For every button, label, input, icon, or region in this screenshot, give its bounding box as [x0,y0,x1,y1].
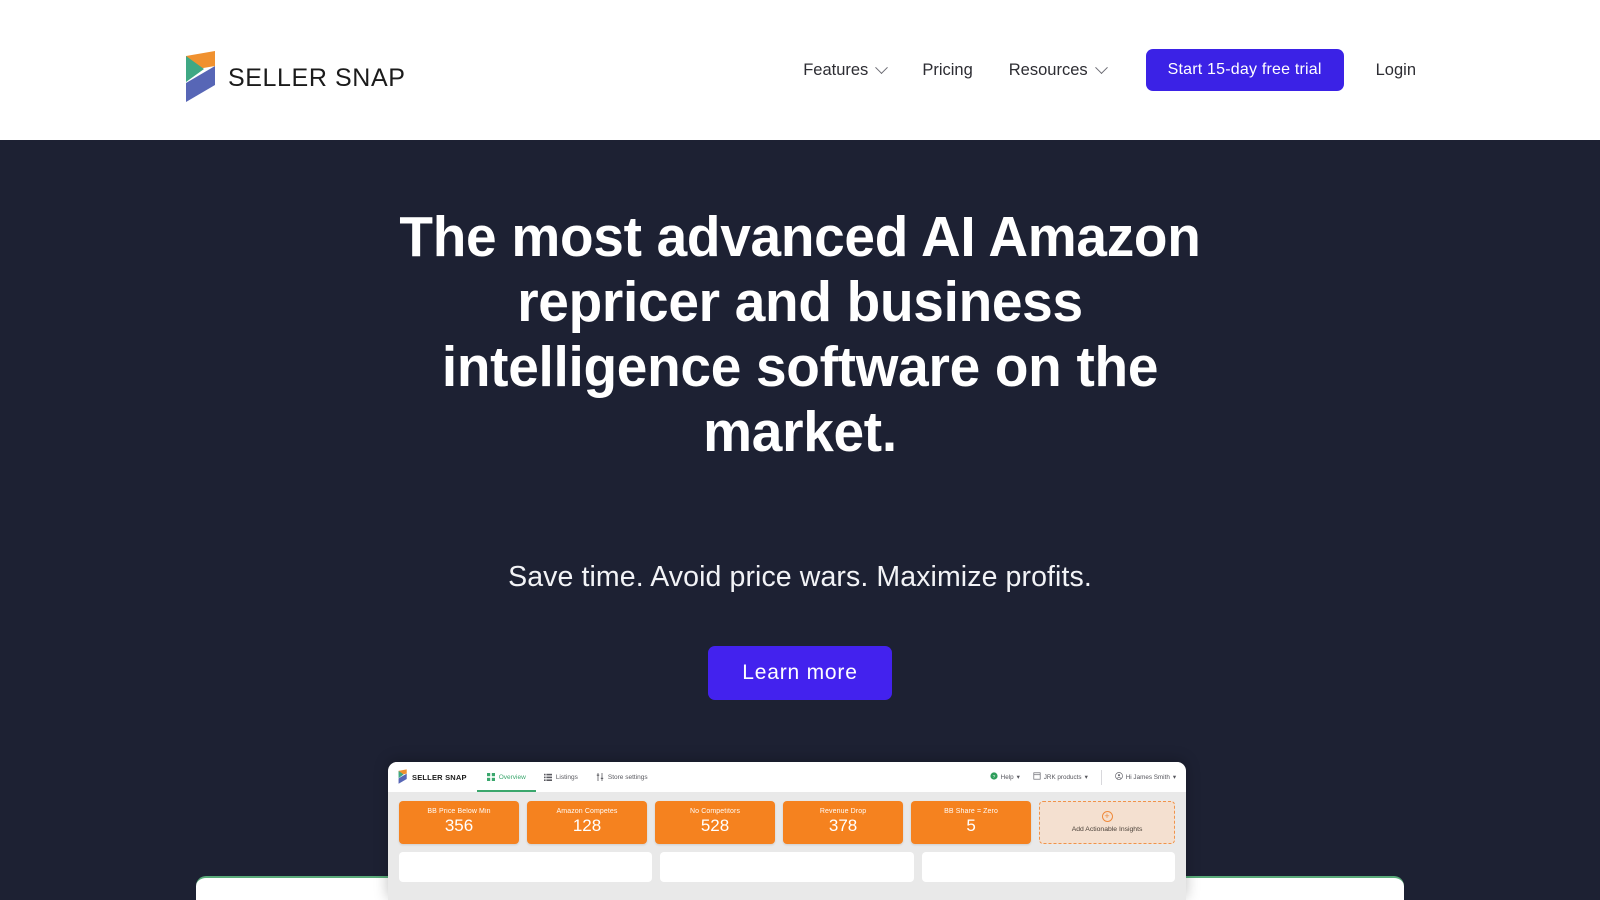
store-selector[interactable]: JRK products ▾ [1033,772,1088,782]
user-circle-icon [1114,772,1123,782]
kpi-card[interactable]: BB Share = Zero 5 [911,801,1032,844]
page-title: The most advanced AI Amazon repricer and… [399,205,1201,464]
user-label: Hi James Smith [1125,773,1170,781]
help-label: Help [1000,773,1014,781]
nav-item-features[interactable]: Features [785,61,904,80]
kpi-value: 5 [966,816,976,835]
user-menu[interactable]: Hi James Smith ▾ [1114,772,1176,782]
nav-item-pricing[interactable]: Pricing [904,61,990,80]
tab-store-settings-label: Store settings [607,773,648,781]
dashboard-body: BB Price Below Min 356 Amazon Competes 1… [388,792,1186,882]
dashboard-brand-name: SELLER SNAP [412,772,467,782]
hero-cta-wrap: Learn more [0,645,1600,700]
learn-more-button[interactable]: Learn more [708,645,892,700]
dashboard-account-area: ? Help ▾ JRK products ▾ Hi James Smith ▾ [990,769,1176,785]
kpi-row: BB Price Below Min 356 Amazon Competes 1… [399,801,1176,844]
seller-snap-chevrons-logo [398,769,407,785]
caret-icon: ▾ [1016,773,1020,781]
landing-page: SELLER SNAP Features Pricing Resources S… [0,0,1600,900]
kpi-card[interactable]: Amazon Competes 128 [527,801,648,844]
site-header: SELLER SNAP Features Pricing Resources S… [0,0,1600,140]
dashboard-screenshot: SELLER SNAP Overview Listings Store sett… [388,762,1186,900]
kpi-label: Revenue Drop [819,808,867,815]
sliders-icon [596,773,604,781]
dashboard-card [399,851,653,882]
help-menu[interactable]: ? Help ▾ [990,772,1020,782]
tab-overview[interactable]: Overview [476,762,536,792]
store-label: JRK products [1043,773,1082,781]
kpi-value: 356 [444,816,474,835]
dashboard-brand: SELLER SNAP [398,769,467,785]
help-circle-icon: ? [990,772,998,782]
kpi-card[interactable]: No Competitors 528 [655,801,776,844]
nav-label-features: Features [803,60,869,79]
chevron-down-icon [875,60,889,74]
divider [1100,769,1102,785]
main-nav: Features Pricing Resources Start 15-day … [785,0,1430,140]
kpi-label: Amazon Competes [556,808,618,815]
tab-listings[interactable]: Listings [543,762,578,792]
nav-label-resources: Resources [1008,60,1088,79]
dashboard-topbar: SELLER SNAP Overview Listings Store sett… [388,762,1186,792]
tab-overview-label: Overview [498,773,526,781]
hero-content: The most advanced AI Amazon repricer and… [0,140,1600,700]
svg-text:?: ? [992,774,995,780]
add-actionable-insights-button[interactable]: + Add Actionable Insights [1039,801,1176,844]
nav-item-resources[interactable]: Resources [991,61,1124,80]
kpi-label: BB Share = Zero [944,808,998,815]
nav-label-pricing: Pricing [922,60,973,79]
kpi-card[interactable]: Revenue Drop 378 [783,801,904,844]
kpi-value: 128 [572,816,602,835]
brand-logo-link[interactable]: SELLER SNAP [184,50,406,106]
dashboard-preview-stage: SELLER SNAP Overview Listings Store sett… [0,755,1600,900]
dashboard-lower-cards [399,851,1175,882]
kpi-value: 378 [828,816,858,835]
store-icon [1033,772,1041,782]
list-icon [543,773,552,781]
tab-store-settings[interactable]: Store settings [596,762,648,792]
caret-icon: ▾ [1084,773,1088,781]
brand-name: SELLER SNAP [228,63,406,92]
chevron-down-icon [1094,60,1108,74]
dashboard-card [921,851,1175,882]
tab-listings-label: Listings [555,773,578,781]
kpi-label: No Competitors [690,808,741,815]
start-free-trial-button[interactable]: Start 15-day free trial [1145,49,1344,91]
login-link[interactable]: Login [1362,61,1430,80]
kpi-value: 528 [700,816,730,835]
caret-icon: ▾ [1172,773,1176,781]
grid-icon [486,773,495,781]
kpi-card[interactable]: BB Price Below Min 356 [399,801,520,844]
add-actionable-insights-label: Add Actionable Insights [1071,826,1143,834]
dashboard-tabs: Overview Listings Store settings [476,762,648,792]
plus-circle-icon: + [1101,811,1113,823]
seller-snap-chevrons-logo [184,50,216,106]
kpi-label: BB Price Below Min [427,808,491,815]
hero-subtitle: Save time. Avoid price wars. Maximize pr… [508,560,1092,593]
dashboard-card [660,851,914,882]
